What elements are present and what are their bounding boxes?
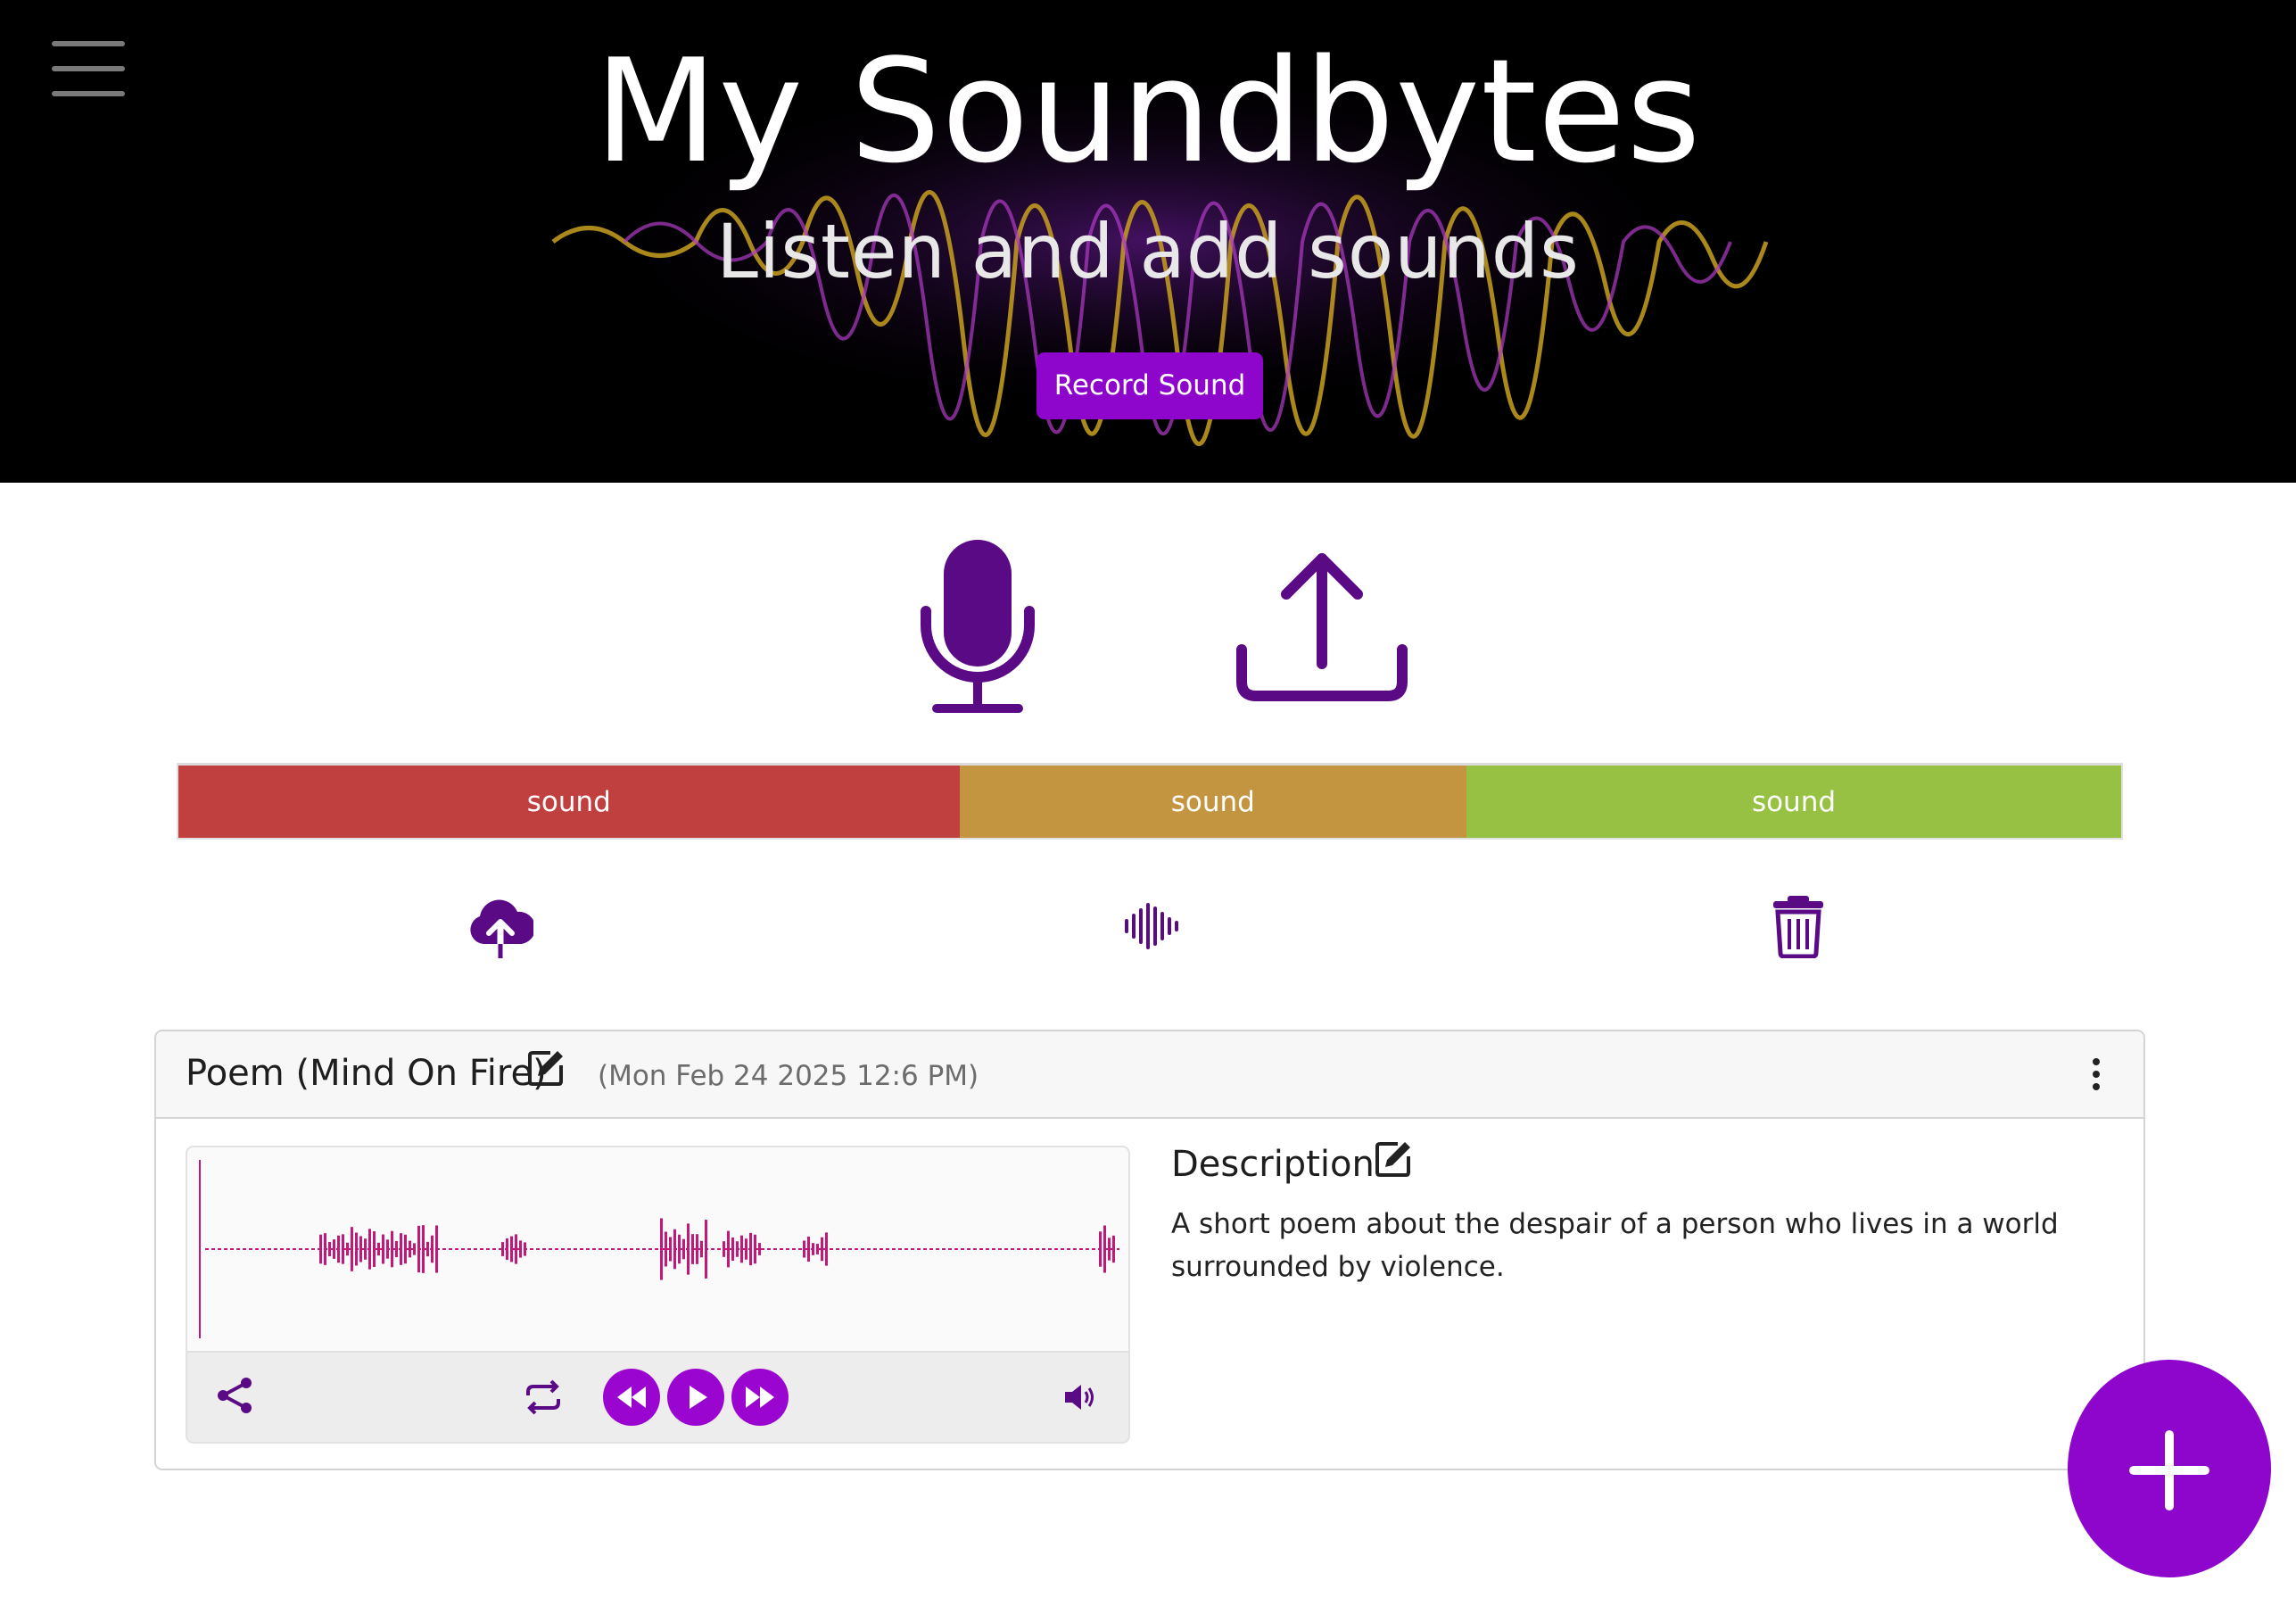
waveform-bar [745,1238,747,1260]
waveform-bar [359,1236,362,1262]
hero-banner: My Soundbytes Listen and add sounds Reco… [0,0,2296,483]
segment-1[interactable]: sound [178,766,960,838]
waveform-bar [1108,1238,1111,1261]
edit-description-icon[interactable] [1375,1140,1412,1181]
segment-label: sound [1751,785,1837,818]
description-heading: Description [1171,1144,1375,1185]
waveform-bar [515,1234,517,1264]
waveform-bar [519,1240,522,1258]
waveform-bar [705,1220,707,1279]
waveform-bar [749,1232,752,1266]
repeat-icon[interactable] [523,1379,564,1419]
soundbyte-title: Poem (Mind On Fire) [186,1053,547,1094]
waveform-bar [731,1238,734,1261]
waveform-bar [687,1223,690,1275]
waveform-bar [391,1230,393,1268]
waveform-bar [682,1238,685,1260]
waveform-bar [382,1234,384,1264]
waveform-bar [700,1240,703,1258]
plus-icon [2129,1430,2209,1511]
waveform-bar [426,1241,429,1257]
card-header: Poem (Mind On Fire) (Mon Feb 24 2025 12:… [156,1031,2143,1119]
waveform-bar [506,1238,508,1261]
waveform-bar [364,1238,367,1260]
record-sound-button[interactable]: Record Sound [1037,352,1263,419]
player-controls [187,1351,1128,1442]
waveform-bar [435,1225,438,1273]
waveform-bar [821,1237,823,1262]
waveform-bar [324,1233,326,1265]
waveform-bar [400,1233,402,1265]
waveform-bar [812,1243,814,1255]
waveform-bar [409,1240,411,1258]
microphone-icon[interactable] [919,540,1037,715]
waveform-bar [342,1234,344,1264]
waveform-bar [727,1230,730,1268]
page-title: My Soundbytes [594,28,1702,195]
waveform-bar [807,1236,810,1262]
waveform-bar [377,1242,380,1256]
waveform-bar [319,1234,322,1264]
waveform-bar [754,1234,756,1264]
waveform-bar [355,1232,358,1266]
upload-icon[interactable] [1235,550,1409,703]
sound-segments-bar: sound sound sound [177,763,2123,840]
waveform-bar [723,1241,725,1257]
segment-2[interactable]: sound [959,766,1466,838]
waveform-bar [816,1244,819,1254]
more-options-icon[interactable] [2083,1051,2110,1097]
audio-player [186,1146,1130,1444]
soundbyte-card: Poem (Mind On Fire) (Mon Feb 24 2025 12:… [154,1030,2145,1470]
cloud-upload-icon[interactable] [467,892,536,960]
play-icon[interactable] [667,1369,724,1426]
waveform-bar [337,1235,340,1263]
waveform-bar [660,1218,663,1280]
waveform-bar [696,1234,698,1264]
waveform-bar [736,1241,739,1257]
page-subtitle: Listen and add sounds [716,208,1580,295]
trash-icon[interactable] [1772,894,1825,959]
waveform-bar [346,1242,349,1256]
add-soundbyte-button[interactable] [2068,1360,2271,1577]
waveform-bar [1103,1225,1106,1273]
waveform-bar [1112,1235,1115,1263]
volume-icon[interactable] [1063,1381,1099,1417]
rewind-icon[interactable] [603,1369,660,1426]
waveform-bar [328,1241,331,1257]
description-text: A short poem about the despair of a pers… [1171,1208,2059,1283]
edit-title-icon[interactable] [527,1049,565,1090]
waveform-bar [673,1229,676,1270]
waveform-bar [1099,1231,1102,1267]
waveform-bar [395,1241,398,1257]
waveform-bar [422,1225,425,1273]
waveform-bar [825,1232,828,1266]
share-icon[interactable] [216,1376,255,1419]
waveform-bar [351,1227,353,1271]
waveform-bar [758,1243,761,1255]
waveform-bar [413,1243,416,1255]
waveform-bar [665,1231,667,1267]
waveform-bar [501,1242,504,1256]
waveform-bar [431,1235,434,1263]
waveform-bar [669,1237,672,1262]
waveform-bar [510,1236,513,1262]
waveform-bar [373,1231,376,1267]
segment-label: sound [526,785,611,818]
soundbyte-date: (Mon Feb 24 2025 12:6 PM) [598,1060,979,1092]
waveform-bar [678,1234,681,1264]
waveform-bar [803,1240,805,1258]
waveform-bar [740,1235,743,1263]
waveform-bar [333,1239,335,1259]
waveform-bar [524,1242,526,1256]
segment-3[interactable]: sound [1466,766,2121,838]
waveform-bar [691,1234,694,1264]
segment-label: sound [1170,785,1255,818]
waveform-bar [417,1225,420,1273]
waveform-bar [386,1239,389,1259]
audio-waveform[interactable] [187,1147,1128,1351]
fast-forward-icon[interactable] [731,1369,789,1426]
waveform-bar [368,1229,371,1270]
waveform-bar [404,1234,407,1264]
audio-waveform-icon[interactable] [1124,901,1181,951]
